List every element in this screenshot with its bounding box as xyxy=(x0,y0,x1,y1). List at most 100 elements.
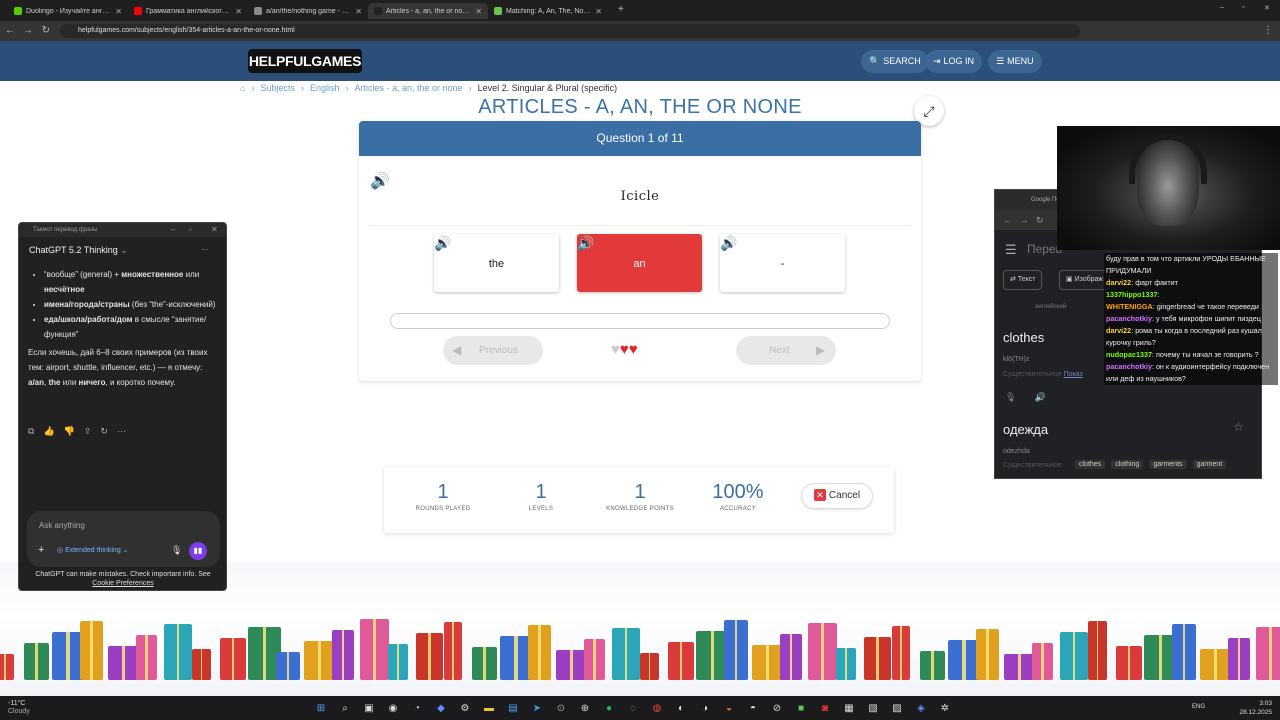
home-icon[interactable]: ⌂ xyxy=(240,83,245,93)
images-mode-button[interactable]: ▣ Изображ xyxy=(1059,270,1111,290)
synonym-chip[interactable]: garments xyxy=(1149,460,1187,469)
telegram-icon[interactable]: ➤ xyxy=(528,699,546,717)
tab-close-icon[interactable]: ✕ xyxy=(595,7,602,16)
login-button[interactable]: ⇥ LOG IN xyxy=(925,50,983,73)
more-icon[interactable]: ··· xyxy=(201,245,209,254)
search-icon[interactable]: ⌕ xyxy=(336,699,354,717)
gift-box xyxy=(640,653,659,680)
thumbs-up-icon[interactable]: 👍 xyxy=(43,426,54,437)
app-icon[interactable]: ◑ xyxy=(696,699,714,717)
answer-option-the[interactable]: 🔊 the xyxy=(434,234,559,292)
settings-icon[interactable]: ⚙ xyxy=(456,699,474,717)
close-icon[interactable]: ✕ xyxy=(211,225,218,234)
language-indicator[interactable]: ENG xyxy=(1192,704,1205,710)
share-icon[interactable]: ⇪ xyxy=(84,426,92,437)
previous-button[interactable]: ◀ Previous xyxy=(443,336,543,365)
speaker-icon[interactable]: 🔊 xyxy=(720,236,737,250)
app-icon[interactable]: ◙ xyxy=(816,699,834,717)
hamburger-icon[interactable]: ☰ xyxy=(1005,242,1017,258)
app-icon[interactable]: ◈ xyxy=(912,699,930,717)
browser-menu-icon[interactable]: ⋮ xyxy=(1262,24,1274,38)
minecraft-icon[interactable]: ■ xyxy=(792,699,810,717)
reload-icon[interactable]: ↻ xyxy=(40,24,52,38)
extended-thinking-toggle[interactable]: ◎ Extended thinking ⌄ xyxy=(57,546,129,554)
voice-mode-button[interactable]: ▮▮ xyxy=(189,542,207,560)
microphone-icon[interactable]: 🎙 xyxy=(1005,392,1016,403)
forward-icon[interactable]: → xyxy=(22,24,34,38)
app-icon[interactable]: ◔ xyxy=(408,699,426,717)
browser-tab[interactable]: a/an/the/nothing game - Google✕ xyxy=(248,3,368,19)
task-view-icon[interactable]: ▣ xyxy=(360,699,378,717)
answer-option-none[interactable]: 🔊 - xyxy=(720,234,845,292)
maximize-icon[interactable]: ▫ xyxy=(1242,4,1244,11)
browser-tab[interactable]: Duolingo - Изучайте английский ✕ xyxy=(8,3,128,19)
search-button[interactable]: 🔍 SEARCH xyxy=(861,50,929,73)
app-icon[interactable]: ⊘ xyxy=(768,699,786,717)
next-button[interactable]: Next ▶ xyxy=(736,336,836,365)
menu-button[interactable]: ☰ MENU xyxy=(988,50,1042,73)
regenerate-icon[interactable]: ↻ xyxy=(100,426,108,437)
chrome-icon[interactable]: ◍ xyxy=(648,699,666,717)
app-icon[interactable]: ◐ xyxy=(672,699,690,717)
windows-start-icon[interactable]: ⊞ xyxy=(312,699,330,717)
app-icon[interactable]: ▧ xyxy=(864,699,882,717)
app-icon[interactable]: ◓ xyxy=(744,699,762,717)
store-icon[interactable]: ▤ xyxy=(504,699,522,717)
gift-box xyxy=(584,639,605,680)
microphone-icon[interactable]: 🎙 xyxy=(171,545,182,556)
synonym-chip[interactable]: garment xyxy=(1192,460,1227,469)
plus-icon[interactable]: + xyxy=(38,544,44,556)
tab-close-icon[interactable]: ✕ xyxy=(115,7,122,16)
weather-widget[interactable]: -11°C Cloudy xyxy=(8,700,30,716)
browser-tab[interactable]: Matching: A, An, The, No Articl ✕ xyxy=(488,3,608,19)
answer-option-an[interactable]: 🔊 an xyxy=(577,234,702,292)
app-icon[interactable]: ⊕ xyxy=(576,699,594,717)
thumbs-down-icon[interactable]: 👎 xyxy=(64,426,75,437)
obs-icon[interactable]: ◉ xyxy=(384,699,402,717)
text-mode-button[interactable]: ⇄ Текст xyxy=(1003,270,1043,290)
tab-close-icon[interactable]: ✕ xyxy=(355,7,362,16)
minimize-icon[interactable]: – xyxy=(171,225,175,234)
chat-input[interactable]: Ask anything + ◎ Extended thinking ⌄ 🎙 ▮… xyxy=(27,511,220,567)
source-language[interactable]: английский xyxy=(1035,304,1066,310)
model-selector[interactable]: ChatGPT 5.2 Thinking ⌄ xyxy=(29,245,128,256)
gear-icon[interactable]: ✲ xyxy=(936,699,954,717)
back-icon[interactable]: ← xyxy=(4,24,16,38)
more-icon[interactable]: ··· xyxy=(117,426,126,437)
breadcrumb-english[interactable]: English xyxy=(310,83,340,93)
tab-close-icon[interactable]: ✕ xyxy=(235,7,242,16)
url-field[interactable]: helpfulgames.com/subjects/english/354-ar… xyxy=(60,24,1080,38)
browser-tab[interactable]: Articles - a, an, the or none! Pl ✕ xyxy=(368,3,488,19)
copy-icon[interactable]: ⧉ xyxy=(28,426,34,437)
tab-close-icon[interactable]: ✕ xyxy=(475,7,482,16)
minimize-icon[interactable]: – xyxy=(1220,4,1224,11)
new-tab-button[interactable]: + xyxy=(618,4,624,15)
breadcrumb-articles[interactable]: Articles - a, an, the or none xyxy=(355,83,463,93)
app-icon[interactable]: ◌ xyxy=(624,699,642,717)
speaker-icon[interactable]: 🔊 xyxy=(370,171,390,191)
cancel-button[interactable]: ✕ Cancel xyxy=(802,484,872,508)
clock[interactable]: 3:03 28.12.2025 xyxy=(1228,699,1272,717)
gift-box xyxy=(444,622,462,680)
folder-icon[interactable]: ▬ xyxy=(480,699,498,717)
synonym-chip[interactable]: clothes xyxy=(1075,460,1106,469)
site-logo[interactable]: HELPFULGAMES xyxy=(248,49,362,73)
chatgpt-titlebar: Такмот перевод фразы xyxy=(19,223,226,237)
app-icon[interactable]: ▦ xyxy=(840,699,858,717)
star-icon[interactable]: ☆ xyxy=(1233,420,1244,434)
spotify-icon[interactable]: ● xyxy=(600,699,618,717)
vscode-icon[interactable]: ◆ xyxy=(432,699,450,717)
close-window-icon[interactable]: ✕ xyxy=(1264,4,1270,12)
speaker-icon[interactable]: 🔊 xyxy=(577,236,594,250)
bullet-item: “вообще” (general) + множественное или н… xyxy=(44,267,218,297)
browser-tab[interactable]: Грамматика английского языка✕ xyxy=(128,3,248,19)
maximize-icon[interactable]: ▫ xyxy=(189,225,192,234)
breadcrumb-subjects[interactable]: Subjects xyxy=(260,83,295,93)
cookie-preferences-link[interactable]: Cookie Preferences xyxy=(92,580,153,587)
app-icon[interactable]: ▨ xyxy=(888,699,906,717)
speaker-icon[interactable]: 🔊 xyxy=(434,236,451,250)
speaker-icon[interactable]: 🔊 xyxy=(1034,392,1045,403)
steam-icon[interactable]: ⊙ xyxy=(552,699,570,717)
app-icon[interactable]: ◒ xyxy=(720,699,738,717)
synonym-chip[interactable]: clothing xyxy=(1111,460,1144,469)
